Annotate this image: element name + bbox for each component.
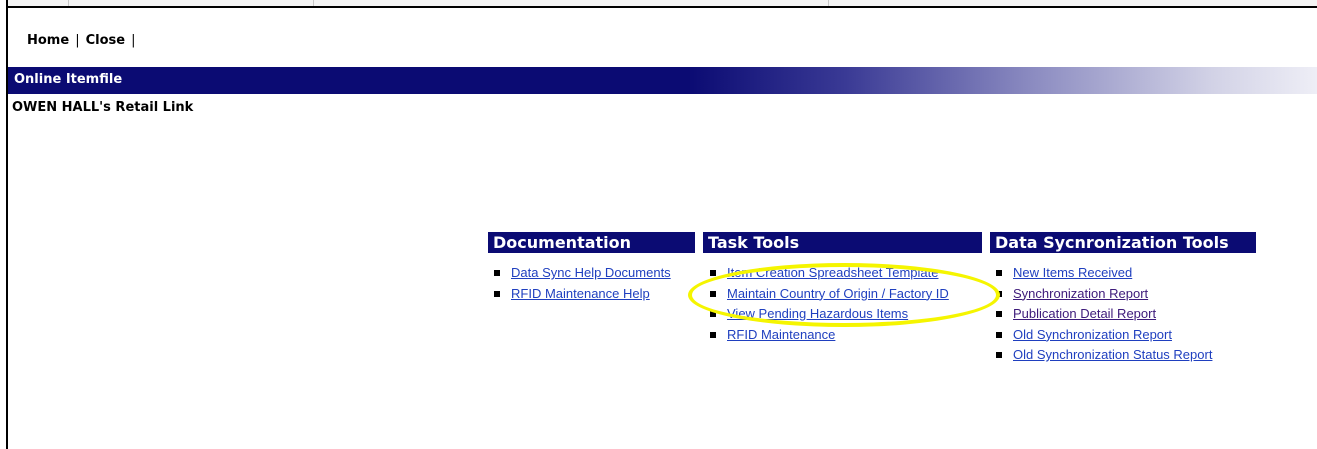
rfid-maintenance-help-link[interactable]: RFID Maintenance Help (511, 286, 650, 301)
bullet-icon (494, 290, 500, 297)
old-synchronization-report-link[interactable]: Old Synchronization Report (1013, 327, 1172, 342)
item-creation-spreadsheet-link[interactable]: Item Creation Spreadsheet Template (727, 265, 939, 280)
home-link[interactable]: Home (27, 33, 69, 48)
list-item: RFID Maintenance (704, 325, 949, 346)
list-item: RFID Maintenance Help (488, 284, 671, 305)
task-tools-header: Task Tools (703, 232, 982, 253)
bullet-icon (996, 290, 1002, 297)
bullet-icon (710, 290, 716, 297)
synchronization-report-link[interactable]: Synchronization Report (1013, 286, 1148, 301)
list-item: Maintain Country of Origin / Factory ID (704, 284, 949, 305)
bullet-icon (494, 270, 500, 276)
bullet-icon (996, 311, 1002, 317)
top-navigation: Home | Close | (27, 33, 135, 48)
list-item: New Items Received (990, 263, 1212, 284)
page-banner: Online Itemfile (8, 67, 1317, 94)
view-pending-hazardous-items-link[interactable]: View Pending Hazardous Items (727, 306, 908, 321)
bullet-icon (710, 331, 716, 338)
list-item: Old Synchronization Report (990, 325, 1212, 346)
bullet-icon (710, 311, 716, 317)
maintain-country-of-origin-link[interactable]: Maintain Country of Origin / Factory ID (727, 286, 949, 301)
bullet-icon (710, 270, 716, 276)
bullet-icon (996, 352, 1002, 358)
list-item: Item Creation Spreadsheet Template (704, 263, 949, 284)
data-sync-tools-header: Data Sycnronization Tools (990, 232, 1256, 253)
bullet-icon (996, 270, 1002, 276)
close-link[interactable]: Close (86, 33, 125, 48)
list-item: Synchronization Report (990, 284, 1212, 305)
data-sync-help-documents-link[interactable]: Data Sync Help Documents (511, 265, 671, 280)
page-title: Online Itemfile (14, 72, 123, 87)
frame-top-border (6, 6, 1317, 8)
nav-separator: | (131, 33, 136, 48)
nav-separator: | (75, 33, 80, 48)
rfid-maintenance-link[interactable]: RFID Maintenance (727, 327, 835, 342)
welcome-text: OWEN HALL's Retail Link (12, 100, 194, 115)
publication-detail-report-link[interactable]: Publication Detail Report (1013, 306, 1156, 321)
task-tools-links: Item Creation Spreadsheet Template Maint… (704, 263, 949, 345)
list-item: Publication Detail Report (990, 304, 1212, 325)
new-items-received-link[interactable]: New Items Received (1013, 265, 1132, 280)
list-item: Data Sync Help Documents (488, 263, 671, 284)
list-item: Old Synchronization Status Report (990, 345, 1212, 366)
data-sync-tools-links: New Items Received Synchronization Repor… (990, 263, 1212, 366)
documentation-header: Documentation (488, 232, 695, 253)
old-synchronization-status-report-link[interactable]: Old Synchronization Status Report (1013, 347, 1212, 362)
documentation-links: Data Sync Help Documents RFID Maintenanc… (488, 263, 671, 304)
list-item: View Pending Hazardous Items (704, 304, 949, 325)
bullet-icon (996, 331, 1002, 338)
